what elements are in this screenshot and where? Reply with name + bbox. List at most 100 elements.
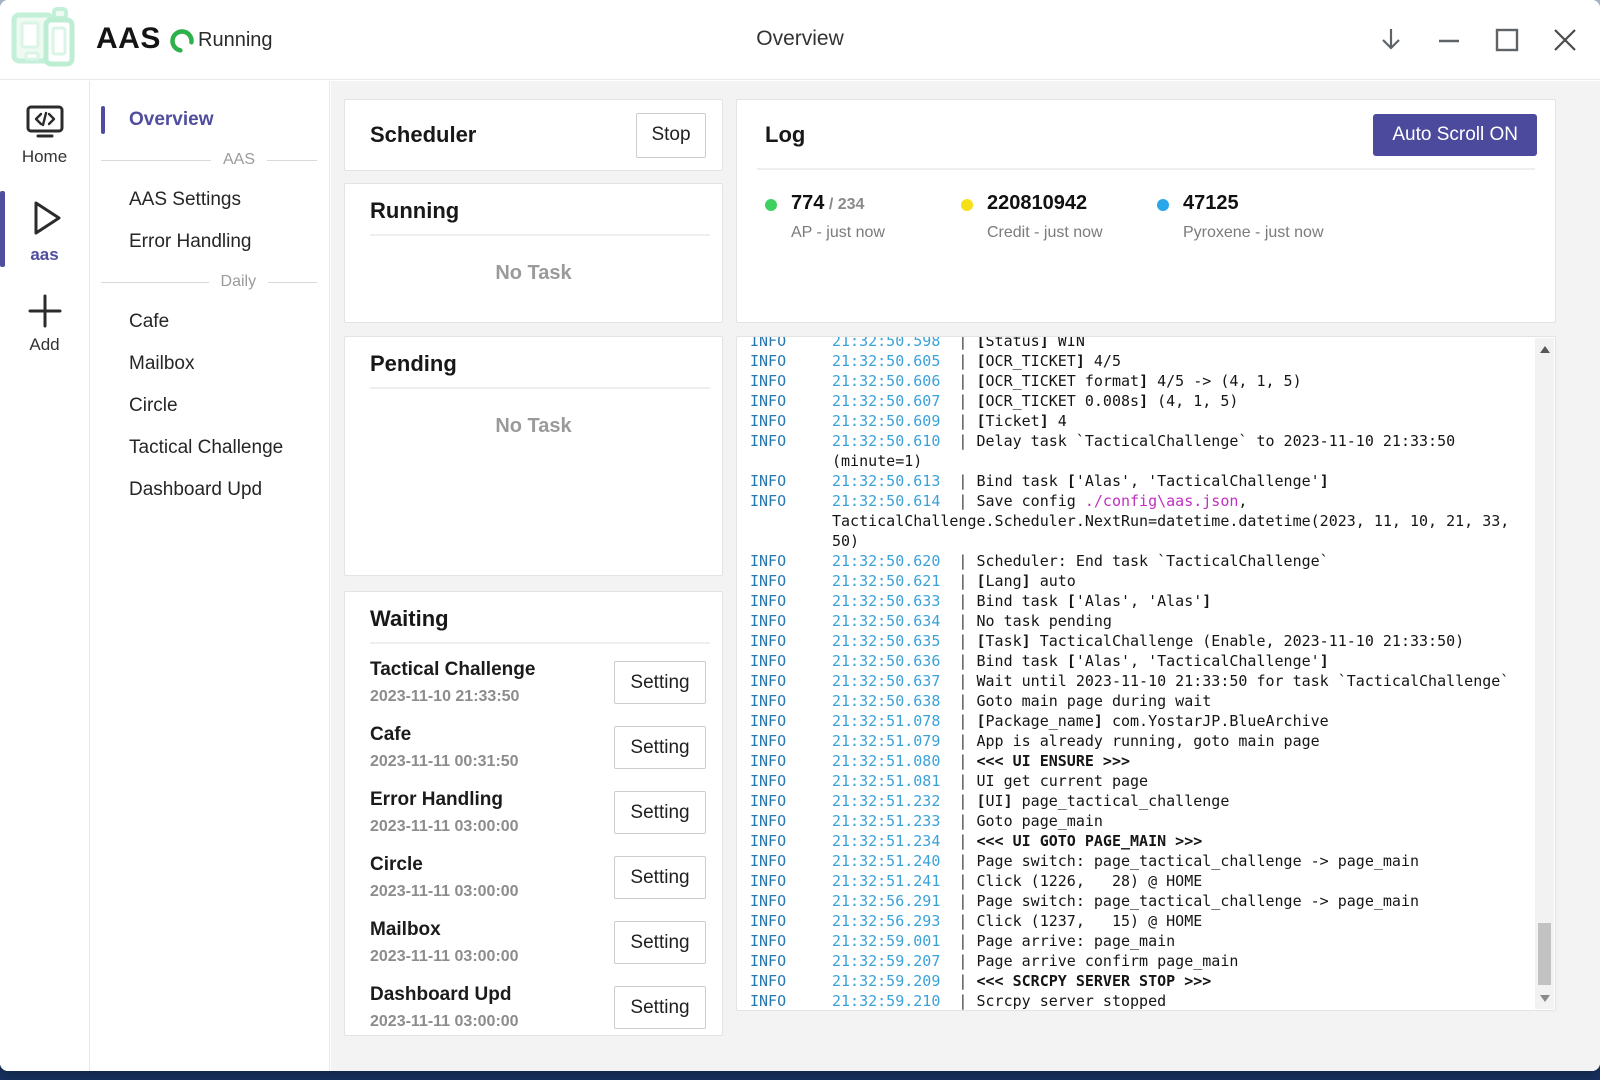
log-pipe: | [940, 732, 976, 750]
setting-button[interactable]: Setting [614, 921, 706, 964]
rail-item-add[interactable]: Add [0, 281, 89, 363]
log-level: INFO [750, 491, 832, 551]
setting-button[interactable]: Setting [614, 856, 706, 899]
waiting-task-info: Tactical Challenge2023-11-10 21:33:50 [370, 659, 535, 706]
play-icon [22, 195, 68, 241]
sidebar-item-dashboard-upd[interactable]: Dashboard Upd [91, 469, 329, 511]
log-line: INFO21:32:50.598 | [Status] WIN [750, 336, 1527, 351]
log-message: 21:32:50.637 | Wait until 2023-11-10 21:… [832, 671, 1527, 691]
sidebar-item-circle[interactable]: Circle [91, 385, 329, 427]
close-icon[interactable] [1552, 27, 1578, 53]
app-window: AAS Running Overview [0, 0, 1600, 1071]
waiting-task-list: Tactical Challenge2023-11-10 21:33:50 Set… [345, 644, 722, 1040]
waiting-task-time: 2023-11-11 03:00:00 [370, 948, 519, 966]
log-scrollbar[interactable] [1535, 338, 1554, 1009]
log-pipe: | [940, 712, 976, 730]
log-message: 21:32:56.293 | Click (1237, 15) @ HOME [832, 911, 1527, 931]
log-pipe: | [940, 652, 976, 670]
log-pipe: | [940, 852, 976, 870]
sidebar-item-overview[interactable]: Overview [91, 99, 329, 141]
log-level: INFO [750, 411, 832, 431]
scroll-up-icon[interactable] [1535, 340, 1554, 358]
stop-button[interactable]: Stop [636, 113, 706, 158]
log-pipe: | [940, 932, 976, 950]
log-level: INFO [750, 651, 832, 671]
log-line: INFO21:32:50.607 | [OCR_TICKET 0.008s] (… [750, 391, 1527, 411]
rail-item-aas[interactable]: aas [0, 185, 89, 273]
log-line: INFO21:32:51.080 | <<< UI ENSURE >>> [750, 751, 1527, 771]
log-timestamp: 21:32:50.614 [832, 492, 940, 510]
log-pipe: | [940, 752, 976, 770]
log-level: INFO [750, 731, 832, 751]
log-timestamp: 21:32:50.606 [832, 372, 940, 390]
maximize-icon[interactable] [1494, 27, 1520, 53]
log-message: 21:32:51.233 | Goto page_main [832, 811, 1527, 831]
waiting-card: Waiting Tactical Challenge2023-11-10 21:… [344, 591, 723, 1036]
log-timestamp: 21:32:50.637 [832, 672, 940, 690]
scrollbar-thumb[interactable] [1538, 923, 1551, 985]
waiting-task-time: 2023-11-11 03:00:00 [370, 1013, 519, 1031]
waiting-task-name: Tactical Challenge [370, 659, 535, 681]
log-message: 21:32:50.606 | [OCR_TICKET format] 4/5 -… [832, 371, 1527, 391]
log-pipe: | [940, 892, 976, 910]
waiting-task-name: Dashboard Upd [370, 984, 519, 1006]
log-level: INFO [750, 891, 832, 911]
log-message: 21:32:50.620 | Scheduler: End task `Tact… [832, 551, 1527, 571]
log-title: Log [765, 122, 805, 148]
waiting-task-info: Cafe2023-11-11 00:31:50 [370, 724, 519, 771]
log-pipe: | [940, 832, 976, 850]
sidebar-item-tactical-challenge[interactable]: Tactical Challenge [91, 427, 329, 469]
sidebar-group-label: Daily [221, 273, 257, 291]
log-timestamp: 21:32:51.079 [832, 732, 940, 750]
stat-text: 774 / 234AP - just now [791, 192, 885, 242]
rail-item-home[interactable]: Home [0, 93, 89, 175]
log-timestamp: 21:32:51.233 [832, 812, 940, 830]
log-message: 21:32:51.232 | [UI] page_tactical_challe… [832, 791, 1527, 811]
log-level: INFO [750, 551, 832, 571]
log-line: INFO21:32:50.638 | Goto main page during… [750, 691, 1527, 711]
code-monitor-icon [23, 103, 67, 143]
pending-card: Pending No Task [344, 336, 723, 576]
log-level: INFO [750, 771, 832, 791]
log-level: INFO [750, 991, 832, 1010]
waiting-task-name: Mailbox [370, 919, 519, 941]
sidebar-item-aas-settings[interactable]: AAS Settings [91, 179, 329, 221]
sidebar-item-cafe[interactable]: Cafe [91, 301, 329, 343]
log-pipe: | [940, 772, 976, 790]
log-view[interactable]: INFO21:32:50.598 | [Status] WININFO21:32… [736, 336, 1556, 1011]
log-timestamp: 21:32:56.291 [832, 892, 940, 910]
scroll-down-icon[interactable] [1535, 989, 1554, 1007]
log-timestamp: 21:32:51.081 [832, 772, 940, 790]
log-timestamp: 21:32:59.209 [832, 972, 940, 990]
waiting-task-time: 2023-11-11 03:00:00 [370, 818, 519, 836]
log-pipe: | [940, 592, 976, 610]
stat-value: 774 [791, 192, 824, 214]
log-pipe: | [940, 372, 976, 390]
log-line: INFO21:32:50.609 | [Ticket] 4 [750, 411, 1527, 431]
sidebar-item-error-handling[interactable]: Error Handling [91, 221, 329, 263]
download-arrow-icon[interactable] [1378, 27, 1404, 53]
running-empty-text: No Task [345, 236, 722, 285]
log-level: INFO [750, 791, 832, 811]
log-pipe: | [940, 952, 976, 970]
log-pipe: | [940, 392, 976, 410]
sidebar-group-daily: Daily [91, 263, 329, 301]
log-level: INFO [750, 591, 832, 611]
setting-button[interactable]: Setting [614, 986, 706, 1029]
log-level: INFO [750, 831, 832, 851]
stat-value-line: 47125 [1183, 192, 1324, 215]
setting-button[interactable]: Setting [614, 661, 706, 704]
auto-scroll-button[interactable]: Auto Scroll ON [1373, 114, 1537, 156]
log-timestamp: 21:32:50.613 [832, 472, 940, 490]
log-message: 21:32:50.613 | Bind task ['Alas', 'Tacti… [832, 471, 1527, 491]
log-message: 21:32:50.614 | Save config ./config\aas.… [832, 491, 1527, 551]
setting-button[interactable]: Setting [614, 726, 706, 769]
log-message: 21:32:51.234 | <<< UI GOTO PAGE_MAIN >>> [832, 831, 1527, 851]
setting-button[interactable]: Setting [614, 791, 706, 834]
log-line: INFO21:32:51.233 | Goto page_main [750, 811, 1527, 831]
minimize-icon[interactable] [1436, 27, 1462, 53]
log-timestamp: 21:32:51.080 [832, 752, 940, 770]
log-message: 21:32:50.635 | [Task] TacticalChallenge … [832, 631, 1527, 651]
log-message: 21:32:50.621 | [Lang] auto [832, 571, 1527, 591]
sidebar-item-mailbox[interactable]: Mailbox [91, 343, 329, 385]
